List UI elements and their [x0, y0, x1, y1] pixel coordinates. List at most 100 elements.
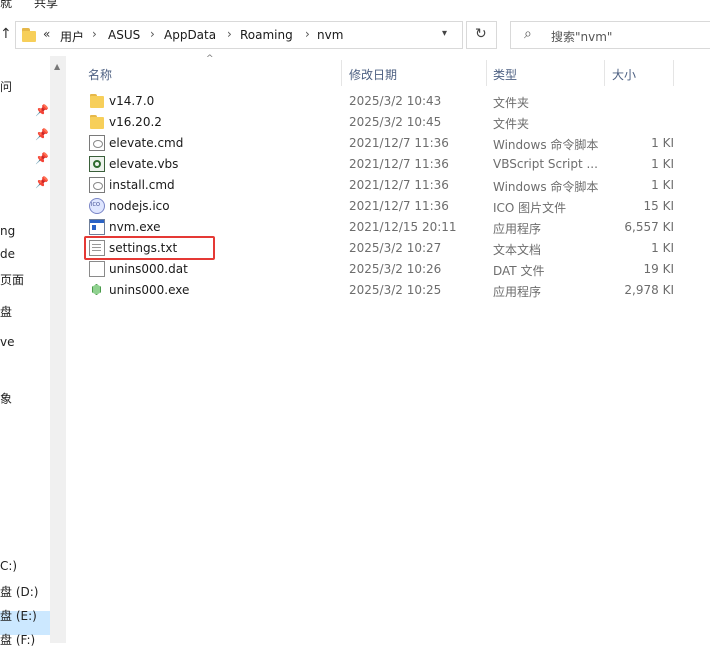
exe-file-icon: [89, 219, 105, 235]
column-header-type[interactable]: 类型: [493, 66, 517, 83]
vbs-file-icon: [89, 156, 105, 172]
file-size: 1 KI: [651, 157, 674, 171]
file-row[interactable]: nvm.exe 2021/12/15 20:11 应用程序 6,557 KI: [86, 217, 710, 238]
breadcrumb-item[interactable]: 用户: [60, 28, 84, 45]
cmd-file-icon: [89, 177, 105, 193]
file-row[interactable]: elevate.vbs 2021/12/7 11:36 VBScript Scr…: [86, 154, 710, 175]
file-row[interactable]: install.cmd 2021/12/7 11:36 Windows 命令脚本…: [86, 175, 710, 196]
sidebar-item[interactable]: ve: [0, 335, 14, 349]
file-type: VBScript Script ...: [493, 157, 598, 171]
breadcrumb-item[interactable]: ASUS: [108, 28, 140, 42]
refresh-button[interactable]: ↻: [466, 21, 497, 49]
search-placeholder: 搜索"nvm": [551, 30, 613, 44]
file-type: ICO 图片文件: [493, 201, 567, 215]
file-size: 15 KI: [643, 199, 675, 213]
file-row[interactable]: nodejs.ico 2021/12/7 11:36 ICO 图片文件 15 K…: [86, 196, 710, 217]
file-type: 应用程序: [493, 285, 542, 299]
file-date: 2021/12/15 20:11: [349, 220, 457, 234]
file-list: ^ 名称 修改日期 类型 大小 v14.7.0 2025/3/2 10:43 文…: [66, 54, 710, 643]
sidebar-item[interactable]: 象: [0, 390, 12, 407]
search-input[interactable]: ⌕ 搜索"nvm": [510, 21, 710, 49]
file-date: 2021/12/7 11:36: [349, 199, 449, 213]
column-divider[interactable]: [604, 60, 605, 86]
file-date: 2021/12/7 11:36: [349, 157, 449, 171]
file-size: 6,557 KI: [624, 220, 674, 234]
navigation-pane: 问 📌 📌 📌 📌 ng de 页面 盘 ve 象 C:) 盘 (D:) 盘 (…: [0, 56, 50, 647]
refresh-icon: ↻: [475, 26, 487, 42]
ico-file-icon: [89, 198, 105, 214]
breadcrumb-item[interactable]: AppData: [164, 28, 216, 42]
file-row[interactable]: v14.7.0 2025/3/2 10:43 文件夹: [86, 91, 710, 112]
file-row[interactable]: elevate.cmd 2021/12/7 11:36 Windows 命令脚本…: [86, 133, 710, 154]
folder-icon: [22, 28, 38, 42]
file-size: 2,978 KI: [624, 283, 674, 297]
file-name: v14.7.0: [109, 94, 155, 108]
breadcrumb-separator[interactable]: ›: [227, 27, 232, 41]
sort-ascending-icon: ^: [206, 54, 214, 64]
file-name: nodejs.ico: [109, 199, 170, 213]
file-type: 文件夹: [493, 117, 530, 131]
pin-icon: 📌: [35, 176, 49, 189]
column-divider[interactable]: [341, 60, 342, 86]
file-date: 2025/3/2 10:45: [349, 115, 442, 129]
sidebar-item-drive-d[interactable]: 盘 (D:): [0, 583, 38, 600]
up-arrow-icon[interactable]: ↑: [0, 26, 12, 42]
sidebar-item[interactable]: 问: [0, 78, 12, 95]
file-type: Windows 命令脚本: [493, 180, 599, 194]
file-date: 2025/3/2 10:27: [349, 241, 442, 255]
file-name: unins000.dat: [109, 262, 188, 276]
sidebar-item-drive-e[interactable]: 盘 (E:): [0, 607, 37, 624]
breadcrumb-overflow[interactable]: «: [43, 27, 50, 41]
column-divider[interactable]: [673, 60, 674, 86]
sidebar-scrollbar[interactable]: [50, 56, 66, 643]
breadcrumb-item-current[interactable]: nvm: [317, 28, 343, 42]
column-divider[interactable]: [486, 60, 487, 86]
pin-icon: 📌: [35, 128, 49, 141]
file-row[interactable]: unins000.dat 2025/3/2 10:26 DAT 文件 19 KI: [86, 259, 710, 280]
sidebar-item-drive-c[interactable]: C:): [0, 559, 17, 573]
file-size: 1 KI: [651, 178, 674, 192]
pin-icon: 📌: [35, 104, 49, 117]
file-type: 文件夹: [493, 96, 530, 110]
file-name: unins000.exe: [109, 283, 190, 297]
scroll-up-arrow-icon[interactable]: ▲: [54, 62, 60, 71]
file-type: DAT 文件: [493, 264, 545, 278]
file-name: install.cmd: [109, 178, 175, 192]
breadcrumb-separator[interactable]: ›: [92, 27, 97, 41]
file-date: 2021/12/7 11:36: [349, 178, 449, 192]
chevron-down-icon[interactable]: ▾: [442, 28, 447, 39]
file-type: 应用程序: [493, 222, 542, 236]
ribbon-tab-left[interactable]: 就: [0, 0, 12, 11]
file-name: elevate.vbs: [109, 157, 179, 171]
column-header-size[interactable]: 大小: [612, 66, 636, 83]
folder-icon: [89, 114, 105, 130]
breadcrumb-separator[interactable]: ›: [150, 27, 155, 41]
search-icon: ⌕: [524, 26, 532, 42]
file-name: v16.20.2: [109, 115, 162, 129]
column-header-date[interactable]: 修改日期: [349, 66, 397, 83]
file-date: 2021/12/7 11:36: [349, 136, 449, 150]
cmd-file-icon: [89, 135, 105, 151]
sidebar-item[interactable]: 页面: [0, 271, 24, 288]
dat-file-icon: [89, 261, 105, 277]
ribbon-tabs: 就 共享: [0, 0, 710, 18]
breadcrumb-item[interactable]: Roaming: [240, 28, 293, 42]
file-type: Windows 命令脚本: [493, 138, 599, 152]
uninstaller-exe-icon: [89, 282, 105, 298]
sidebar-item[interactable]: 盘: [0, 303, 12, 320]
sidebar-item[interactable]: de: [0, 247, 15, 261]
address-bar[interactable]: « 用户 › ASUS › AppData › Roaming › nvm ▾: [15, 21, 463, 49]
file-name: nvm.exe: [109, 220, 161, 234]
column-headers: ^ 名称 修改日期 类型 大小: [66, 54, 710, 88]
file-row[interactable]: v16.20.2 2025/3/2 10:45 文件夹: [86, 112, 710, 133]
sidebar-item-drive-f[interactable]: 盘 (F:): [0, 631, 35, 648]
file-row[interactable]: unins000.exe 2025/3/2 10:25 应用程序 2,978 K…: [86, 280, 710, 301]
file-date: 2025/3/2 10:43: [349, 94, 442, 108]
file-name: elevate.cmd: [109, 136, 184, 150]
breadcrumb-separator[interactable]: ›: [305, 27, 310, 41]
file-date: 2025/3/2 10:25: [349, 283, 442, 297]
column-header-name[interactable]: 名称: [88, 66, 112, 83]
ribbon-tab-share[interactable]: 共享: [34, 0, 58, 11]
sidebar-item[interactable]: ng: [0, 224, 15, 238]
pin-icon: 📌: [35, 152, 49, 165]
